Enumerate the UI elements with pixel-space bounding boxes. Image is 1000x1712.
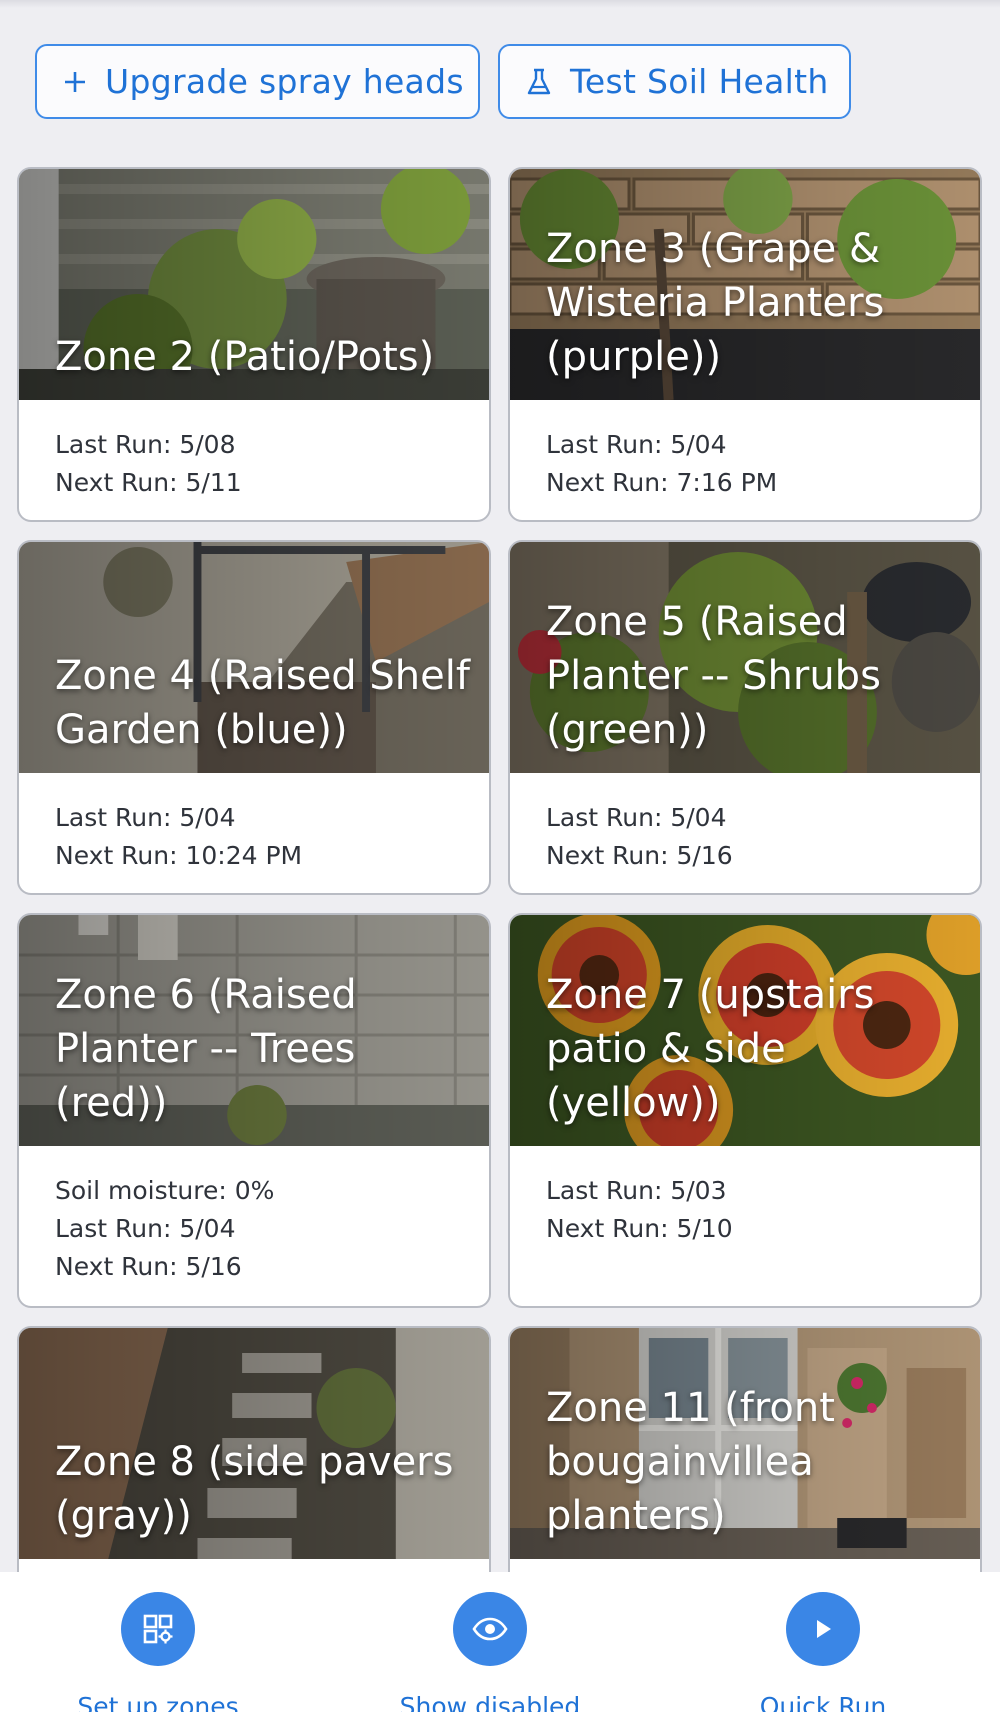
zone-card[interactable]: Zone 6 (Raised Planter -- Trees (red)) S…	[17, 913, 491, 1308]
zone-card[interactable]: Zone 7 (upstairs patio & side (yellow)) …	[508, 913, 982, 1308]
next-run-text: Next Run: 10:24 PM	[55, 841, 303, 870]
zone-photo: Zone 4 (Raised Shelf Garden (blue))	[19, 542, 489, 773]
next-run-text: Next Run: 7:16 PM	[546, 468, 778, 497]
zone-card[interactable]: Zone 5 (Raised Planter -- Shrubs (green)…	[508, 540, 982, 895]
show-disabled-label: Show disabled	[399, 1692, 581, 1712]
next-run-text: Next Run: 5/16	[55, 1252, 242, 1281]
last-run-text: Last Run: 5/04	[55, 803, 236, 832]
zone-title: Zone 8 (side pavers (gray))	[55, 1439, 454, 1539]
action-row: Upgrade spray heads Test Soil Health	[35, 44, 851, 119]
eye-icon[interactable]	[453, 1592, 527, 1666]
zone-info: Last Run: 5/04 Next Run: 5/16	[510, 773, 980, 893]
zone-card[interactable]: Zone 2 (Patio/Pots) Last Run: 5/08 Next …	[17, 167, 491, 522]
test-soil-health-button[interactable]: Test Soil Health	[498, 44, 851, 119]
zone-card[interactable]: Zone 3 (Grape & Wisteria Planters (purpl…	[508, 167, 982, 522]
setup-zones-nav[interactable]: Set up zones	[38, 1592, 278, 1712]
setup-zones-label: Set up zones	[77, 1692, 239, 1712]
flask-icon	[526, 68, 552, 96]
zone-info: Last Run: 5/04 Next Run: 10:24 PM	[19, 773, 489, 893]
zone-photo: Zone 3 (Grape & Wisteria Planters (purpl…	[510, 169, 980, 400]
zone-info: Soil moisture: 0% Last Run: 5/04 Next Ru…	[19, 1146, 489, 1306]
zone-photo: Zone 11 (front bougainvillea planters)	[510, 1328, 980, 1559]
quick-run-label: Quick Run	[759, 1692, 887, 1712]
zone-title: Zone 3 (Grape & Wisteria Planters (purpl…	[546, 226, 885, 380]
next-run-text: Next Run: 5/16	[546, 841, 733, 870]
zone-photo: Zone 5 (Raised Planter -- Shrubs (green)…	[510, 542, 980, 773]
zone-title: Zone 4 (Raised Shelf Garden (blue))	[55, 653, 470, 753]
zone-card[interactable]: Zone 4 (Raised Shelf Garden (blue)) Last…	[17, 540, 491, 895]
upgrade-spray-heads-label: Upgrade spray heads	[105, 62, 464, 101]
upgrade-spray-heads-button[interactable]: Upgrade spray heads	[35, 44, 480, 119]
zone-info: Last Run: 5/04 Next Run: 7:16 PM	[510, 400, 980, 520]
zone-grid: Zone 2 (Patio/Pots) Last Run: 5/08 Next …	[17, 167, 983, 1616]
zone-title: Zone 11 (front bougainvillea planters)	[546, 1385, 835, 1539]
zones-grid-icon[interactable]	[121, 1592, 195, 1666]
top-edge	[0, 0, 1000, 8]
zone-title: Zone 7 (upstairs patio & side (yellow))	[546, 972, 875, 1126]
next-run-text: Next Run: 5/10	[546, 1214, 733, 1243]
test-soil-health-label: Test Soil Health	[570, 62, 829, 101]
last-run-text: Last Run: 5/08	[55, 430, 236, 459]
quick-run-nav[interactable]: Quick Run	[703, 1592, 943, 1712]
zone-info: Last Run: 5/03 Next Run: 5/10	[510, 1146, 980, 1272]
next-run-text: Next Run: 5/11	[55, 468, 242, 497]
zone-title: Zone 5 (Raised Planter -- Shrubs (green)…	[546, 599, 881, 753]
plus-icon	[63, 70, 87, 94]
zone-photo: Zone 2 (Patio/Pots)	[19, 169, 489, 400]
zone-title: Zone 6 (Raised Planter -- Trees (red))	[55, 972, 357, 1126]
play-icon[interactable]	[786, 1592, 860, 1666]
last-run-text: Last Run: 5/04	[546, 803, 727, 832]
last-run-text: Last Run: 5/03	[546, 1176, 727, 1205]
last-run-text: Last Run: 5/04	[546, 430, 727, 459]
soil-moisture-text: Soil moisture: 0%	[55, 1176, 275, 1205]
zone-photo: Zone 6 (Raised Planter -- Trees (red))	[19, 915, 489, 1146]
last-run-text: Last Run: 5/04	[55, 1214, 236, 1243]
zone-info: Last Run: 5/08 Next Run: 5/11	[19, 400, 489, 520]
zone-title: Zone 2 (Patio/Pots)	[55, 334, 435, 380]
bottom-navigation: Set up zones Show disabled Quick Run	[0, 1572, 1000, 1712]
zone-photo: Zone 8 (side pavers (gray))	[19, 1328, 489, 1559]
show-disabled-nav[interactable]: Show disabled	[370, 1592, 610, 1712]
zone-photo: Zone 7 (upstairs patio & side (yellow))	[510, 915, 980, 1146]
